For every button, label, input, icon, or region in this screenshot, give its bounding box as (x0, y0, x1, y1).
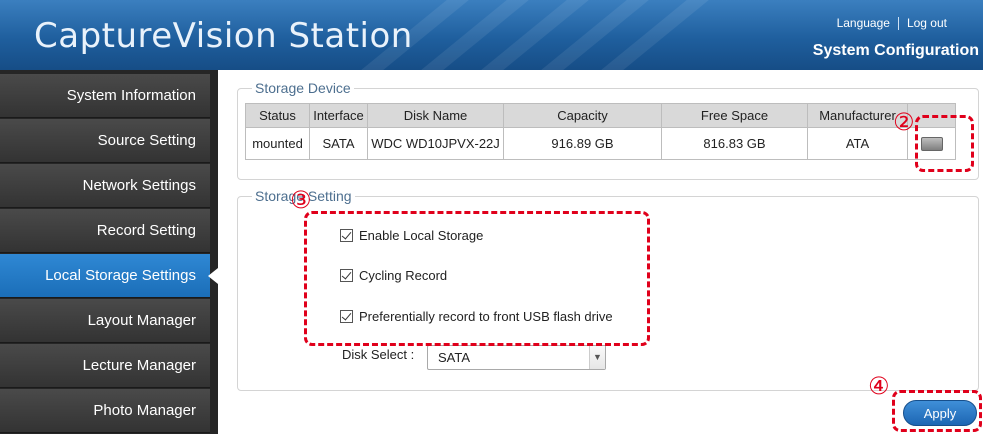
disk-select-dropdown[interactable]: SATA ▼ (427, 345, 606, 370)
top-links: Language Log out (829, 16, 955, 30)
language-link[interactable]: Language (829, 16, 898, 30)
cell-manufacturer: ATA (807, 127, 908, 160)
col-manufacturer: Manufacturer (807, 103, 908, 128)
sidebar-item-label: Local Storage Settings (45, 267, 196, 284)
active-indicator-icon (208, 268, 218, 284)
checkbox-checked-icon[interactable] (340, 229, 353, 242)
main-panel: Storage Device Status Interface Disk Nam… (218, 70, 983, 434)
col-icon (907, 103, 956, 128)
storage-setting-legend: Storage Setting (252, 188, 355, 204)
col-disk-name: Disk Name (367, 103, 504, 128)
cell-disk-name: WDC WD10JPVX-22J (367, 127, 504, 160)
sidebar-item-local-storage-settings[interactable]: Local Storage Settings (0, 254, 218, 298)
cell-capacity: 916.89 GB (503, 127, 662, 160)
sidebar-item-network-settings[interactable]: Network Settings (0, 164, 210, 208)
sidebar: System Information Source Setting Networ… (0, 70, 218, 434)
cell-free-space: 816.83 GB (661, 127, 808, 160)
sidebar-item-lecture-manager[interactable]: Lecture Manager (0, 344, 210, 388)
page-heading: System Configuration (812, 42, 979, 59)
disk-select-label: Disk Select : (342, 347, 415, 362)
header-bar: CaptureVision Station Language Log out S… (0, 0, 983, 70)
table-header-row: Status Interface Disk Name Capacity Free… (245, 103, 956, 128)
prefer-usb-checkbox[interactable]: Preferentially record to front USB flash… (340, 309, 613, 324)
disk-select-value: SATA (438, 350, 471, 365)
hard-disk-icon[interactable] (920, 136, 943, 151)
apply-button[interactable]: Apply (903, 400, 977, 426)
enable-local-storage-checkbox[interactable]: Enable Local Storage (340, 228, 483, 243)
logout-link[interactable]: Log out (899, 16, 955, 30)
app-title: CaptureVision Station (34, 16, 413, 56)
cycling-record-checkbox[interactable]: Cycling Record (340, 268, 447, 283)
sidebar-item-system-information[interactable]: System Information (0, 74, 210, 118)
checkbox-label: Enable Local Storage (359, 228, 484, 243)
col-free-space: Free Space (661, 103, 808, 128)
col-status: Status (245, 103, 310, 128)
cell-interface: SATA (309, 127, 368, 160)
storage-device-table: Status Interface Disk Name Capacity Free… (245, 103, 956, 160)
app-window: CaptureVision Station Language Log out S… (0, 0, 983, 434)
checkbox-checked-icon[interactable] (340, 269, 353, 282)
col-interface: Interface (309, 103, 368, 128)
sidebar-item-source-setting[interactable]: Source Setting (0, 119, 210, 163)
sidebar-item-layout-manager[interactable]: Layout Manager (0, 299, 210, 343)
checkbox-label: Cycling Record (359, 268, 448, 283)
col-capacity: Capacity (503, 103, 662, 128)
checkbox-checked-icon[interactable] (340, 310, 353, 323)
sidebar-item-record-setting[interactable]: Record Setting (0, 209, 210, 253)
cell-status: mounted (245, 127, 310, 160)
storage-device-section: Storage Device Status Interface Disk Nam… (237, 80, 979, 180)
table-row: mounted SATA WDC WD10JPVX-22J 916.89 GB … (245, 127, 956, 160)
sidebar-item-photo-manager[interactable]: Photo Manager (0, 389, 210, 433)
cell-disk-icon[interactable] (907, 127, 956, 160)
chevron-down-icon[interactable]: ▼ (589, 346, 605, 369)
checkbox-label: Preferentially record to front USB flash… (359, 309, 613, 324)
storage-device-legend: Storage Device (252, 80, 354, 96)
